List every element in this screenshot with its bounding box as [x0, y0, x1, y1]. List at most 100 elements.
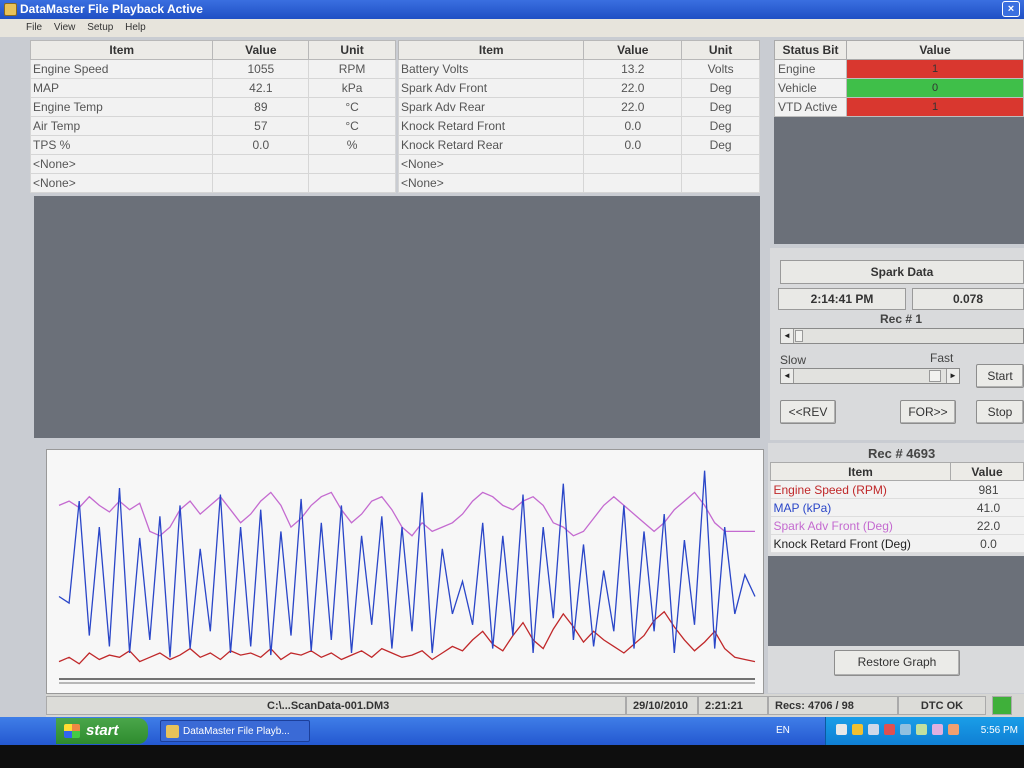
record-count: Recs: 4706 / 98: [768, 696, 898, 715]
item-cell: TPS %: [29, 135, 214, 155]
status-label: Vehicle: [774, 78, 847, 98]
item-cell: Knock Retard Front: [397, 116, 585, 136]
menu-file[interactable]: File: [26, 22, 42, 33]
volume-icon[interactable]: [868, 724, 879, 735]
table-row[interactable]: Air Temp 57 °C: [29, 116, 396, 136]
column-header-value: Value: [212, 40, 310, 60]
file-path: C:\...ScanData-001.DM3: [46, 696, 626, 715]
spark-value: 0.078: [912, 288, 1024, 310]
slider-left-arrow[interactable]: ◄: [781, 369, 794, 383]
item-cell: <None>: [29, 173, 214, 193]
restore-graph-button[interactable]: Restore Graph: [834, 650, 960, 676]
antivirus-icon[interactable]: [884, 724, 895, 735]
unit-cell: Deg: [681, 78, 760, 98]
series-line-spark-adv-front-deg: [58, 491, 755, 537]
series-line-engine-speed-rpm: [58, 610, 756, 665]
value-cell: 22.0: [583, 78, 683, 98]
window-title: DataMaster File Playback Active: [20, 2, 203, 16]
value-cell: 89: [212, 97, 310, 117]
legend-value: 0.0: [950, 534, 1024, 553]
legend-label: Knock Retard Front (Deg): [770, 534, 951, 553]
menu-view[interactable]: View: [54, 22, 76, 33]
stop-button[interactable]: Stop: [976, 400, 1024, 424]
menu-help[interactable]: Help: [125, 22, 146, 33]
unit-cell: [308, 154, 396, 174]
table-row[interactable]: MAP 42.1 kPa: [29, 78, 396, 98]
legend-row[interactable]: Knock Retard Front (Deg) 0.0: [770, 534, 1024, 553]
taskbar-item-datamaster[interactable]: DataMaster File Playb...: [160, 720, 310, 742]
rev-button[interactable]: <<REV: [780, 400, 836, 424]
spark-data-title: Spark Data: [780, 260, 1024, 284]
unit-cell: Deg: [681, 135, 760, 155]
dtc-indicator: [992, 696, 1012, 715]
legend-value: 981: [950, 480, 1024, 499]
status-label: VTD Active: [774, 97, 847, 117]
table-row[interactable]: Knock Retard Rear 0.0 Deg: [397, 135, 760, 155]
menu-bar: File View Setup Help: [0, 19, 1024, 37]
scroll-left-arrow[interactable]: ◄: [781, 329, 794, 343]
slider-right-arrow[interactable]: ►: [946, 369, 959, 383]
table-row[interactable]: Engine Speed 1055 RPM: [29, 59, 396, 79]
table-row[interactable]: <None>: [29, 154, 396, 174]
power-icon[interactable]: [916, 724, 927, 735]
dtc-status: DTC OK: [898, 696, 986, 715]
unit-cell: %: [308, 135, 396, 155]
legend-table: Item Value Engine Speed (RPM) 981 MAP (kP…: [770, 462, 1024, 553]
close-icon[interactable]: ×: [1002, 1, 1020, 17]
usb-icon[interactable]: [900, 724, 911, 735]
status-date: 29/10/2010: [626, 696, 698, 715]
record-scrollbar[interactable]: ◄: [780, 328, 1024, 344]
table-row[interactable]: TPS % 0.0%: [29, 135, 396, 155]
speed-slider[interactable]: ◄ ►: [780, 368, 960, 384]
table-row[interactable]: Spark Adv Rear 22.0 Deg: [397, 97, 760, 117]
legend-row[interactable]: Engine Speed (RPM) 981: [770, 480, 1024, 499]
legend-row[interactable]: MAP (kPa) 41.0: [770, 498, 1024, 517]
security-shield-icon[interactable]: [852, 724, 863, 735]
value-cell: 0.0: [583, 116, 683, 136]
update-icon[interactable]: [948, 724, 959, 735]
table-row[interactable]: Engine Temp 89 °C: [29, 97, 396, 117]
table-row[interactable]: <None>: [397, 173, 760, 193]
item-cell: Engine Speed: [29, 59, 214, 79]
slider-thumb[interactable]: [929, 370, 941, 382]
value-cell: 0.0: [212, 135, 310, 155]
value-cell: 57: [212, 116, 310, 136]
table-row[interactable]: <None>: [29, 173, 396, 193]
unit-cell: [681, 154, 760, 174]
for-button[interactable]: FOR>>: [900, 400, 956, 424]
value-cell: 0.0: [583, 135, 683, 155]
display-icon[interactable]: [932, 724, 943, 735]
menu-setup[interactable]: Setup: [87, 22, 113, 33]
empty-data-area: [34, 196, 760, 438]
legend-value: 22.0: [950, 516, 1024, 535]
slow-label: Slow: [780, 353, 807, 367]
app-screen: DataMaster File Playback Active × File V…: [0, 0, 1024, 745]
system-tray: EN 5:56 PM: [776, 717, 1024, 745]
fast-label: Fast: [930, 351, 954, 365]
item-cell: MAP: [29, 78, 214, 98]
item-cell: Air Temp: [29, 116, 214, 136]
value-cell: 42.1: [212, 78, 310, 98]
start-button[interactable]: start: [56, 718, 148, 744]
taskbar: start DataMaster File Playb... EN 5:56 P…: [0, 717, 1024, 745]
item-cell: Spark Adv Front: [397, 78, 585, 98]
playback-graph[interactable]: [47, 450, 763, 693]
table-row[interactable]: Spark Adv Front 22.0 Deg: [397, 78, 760, 98]
start-button[interactable]: Start: [976, 364, 1024, 388]
table-row[interactable]: Knock Retard Front 0.0 Deg: [397, 116, 760, 136]
column-header-value: Value: [846, 40, 1024, 60]
status-row: Vehicle 0: [774, 78, 1024, 98]
table-row[interactable]: Battery Volts 13.2 Volts: [397, 59, 760, 79]
network-icon[interactable]: [836, 724, 847, 735]
legend-row[interactable]: Spark Adv Front (Deg) 22.0: [770, 516, 1024, 535]
language-indicator[interactable]: EN: [776, 725, 790, 736]
windows-flag-icon: [64, 724, 80, 738]
scroll-thumb[interactable]: [795, 330, 803, 342]
column-header-unit: Unit: [681, 40, 760, 60]
parameter-table-right: Item Value Unit Battery Volts 13.2 Volts S…: [397, 40, 760, 193]
playback-time: 2:14:41 PM: [778, 288, 906, 310]
table-row[interactable]: <None>: [397, 154, 760, 174]
item-cell: Engine Temp: [29, 97, 214, 117]
unit-cell: Volts: [681, 59, 760, 79]
graph-panel[interactable]: [46, 449, 764, 694]
